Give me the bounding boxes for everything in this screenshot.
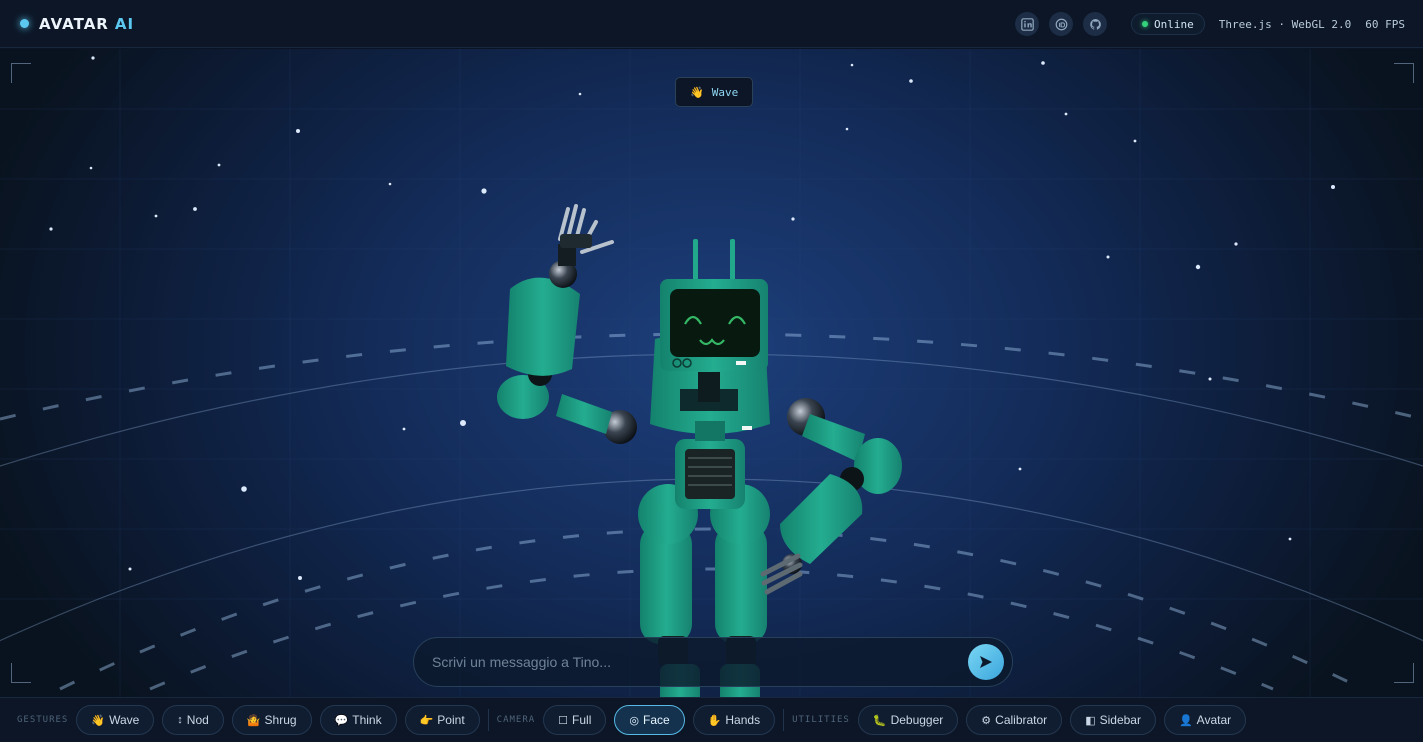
sidebar-toggle-button[interactable]: ◧ Sidebar [1070, 705, 1156, 735]
toolbar-divider [783, 709, 785, 731]
send-button[interactable] [968, 644, 1004, 680]
button-label: Think [352, 713, 382, 727]
target-icon: ◎ [629, 714, 639, 727]
viewport-corner [11, 663, 31, 683]
button-label: Wave [109, 713, 140, 727]
button-label: Calibrator [995, 713, 1048, 727]
chat-input-bar [413, 637, 1013, 687]
orcid-icon[interactable] [1049, 12, 1074, 36]
debugger-button[interactable]: 🐛 Debugger [857, 705, 959, 735]
shrug-icon: 🤷 [246, 714, 261, 727]
status-badge: Online [1131, 13, 1205, 35]
avatar-viewport[interactable]: 👋 Wave [0, 49, 1423, 697]
viewport-corner [1394, 63, 1414, 83]
person-icon: 👤 [1178, 714, 1193, 727]
brand-logo[interactable]: AVATAR AI [20, 15, 134, 33]
engine-info: Three.js · WebGL 2.0 [1218, 17, 1352, 31]
wave-icon: 👋 [690, 85, 704, 99]
gesture-shrug-button[interactable]: 🤷 Shrug [231, 705, 312, 735]
current-gesture-label: Wave [711, 85, 739, 99]
wave-icon: 👋 [91, 714, 106, 727]
gesture-think-button[interactable]: 💬 Think [319, 705, 397, 735]
viewport-corner [1394, 663, 1414, 683]
gesture-wave-button[interactable]: 👋 Wave [76, 705, 155, 735]
button-label: Nod [186, 713, 209, 727]
bottom-toolbar: GESTURES 👋 Wave ↕ Nod 🤷 Shrug 💬 Think 👉 Point… [0, 697, 1423, 742]
calibrator-button[interactable]: ⚙ Calibrator [966, 705, 1063, 735]
gear-icon: ⚙ [981, 714, 992, 727]
button-label: Face [643, 713, 670, 727]
status-text: Online [1154, 17, 1194, 31]
utilities-group-label: UTILITIES [792, 715, 850, 725]
gestures-group-label: GESTURES [17, 715, 69, 725]
avatar-button[interactable]: 👤 Avatar [1163, 705, 1247, 735]
button-label: Hands [725, 713, 761, 727]
button-label: Shrug [264, 713, 297, 727]
github-icon[interactable] [1083, 12, 1108, 36]
linkedin-icon[interactable] [1015, 12, 1040, 36]
hand-icon: ✋ [707, 714, 722, 727]
header-right: Online Three.js · WebGL 2.0 60 FPS [1005, 0, 1405, 48]
brand-dot-icon [20, 19, 29, 28]
button-label: Avatar [1196, 713, 1232, 727]
frame-icon: ☐ [558, 714, 569, 727]
sidebar-icon: ◧ [1085, 714, 1096, 727]
robot-avatar[interactable] [480, 144, 920, 697]
brand-title: AVATAR AI [39, 14, 135, 33]
send-icon [980, 656, 992, 668]
gesture-nod-button[interactable]: ↕ Nod [162, 705, 224, 735]
speech-bubble-icon: 💬 [334, 714, 349, 727]
current-gesture-badge: 👋 Wave [675, 77, 754, 107]
button-label: Point [437, 713, 465, 727]
toolbar-divider [487, 709, 489, 731]
button-label: Sidebar [1099, 713, 1141, 727]
chat-message-input[interactable] [432, 642, 968, 682]
camera-hands-button[interactable]: ✋ Hands [692, 705, 776, 735]
camera-group-label: CAMERA [496, 715, 536, 725]
fps-counter: 60 FPS [1365, 17, 1405, 31]
nod-icon: ↕ [177, 714, 183, 726]
camera-full-button[interactable]: ☐ Full [543, 705, 607, 735]
viewport-corner [11, 63, 31, 83]
gesture-point-button[interactable]: 👉 Point [404, 705, 480, 735]
online-dot-icon [1142, 21, 1149, 27]
pointing-hand-icon: 👉 [419, 714, 434, 727]
bug-icon: 🐛 [872, 714, 887, 727]
camera-face-button[interactable]: ◎ Face [614, 705, 685, 735]
button-label: Debugger [890, 713, 944, 727]
button-label: Full [572, 713, 592, 727]
top-header: AVATAR AI Online Three.js · WebGL 2.0 60 … [0, 0, 1423, 48]
